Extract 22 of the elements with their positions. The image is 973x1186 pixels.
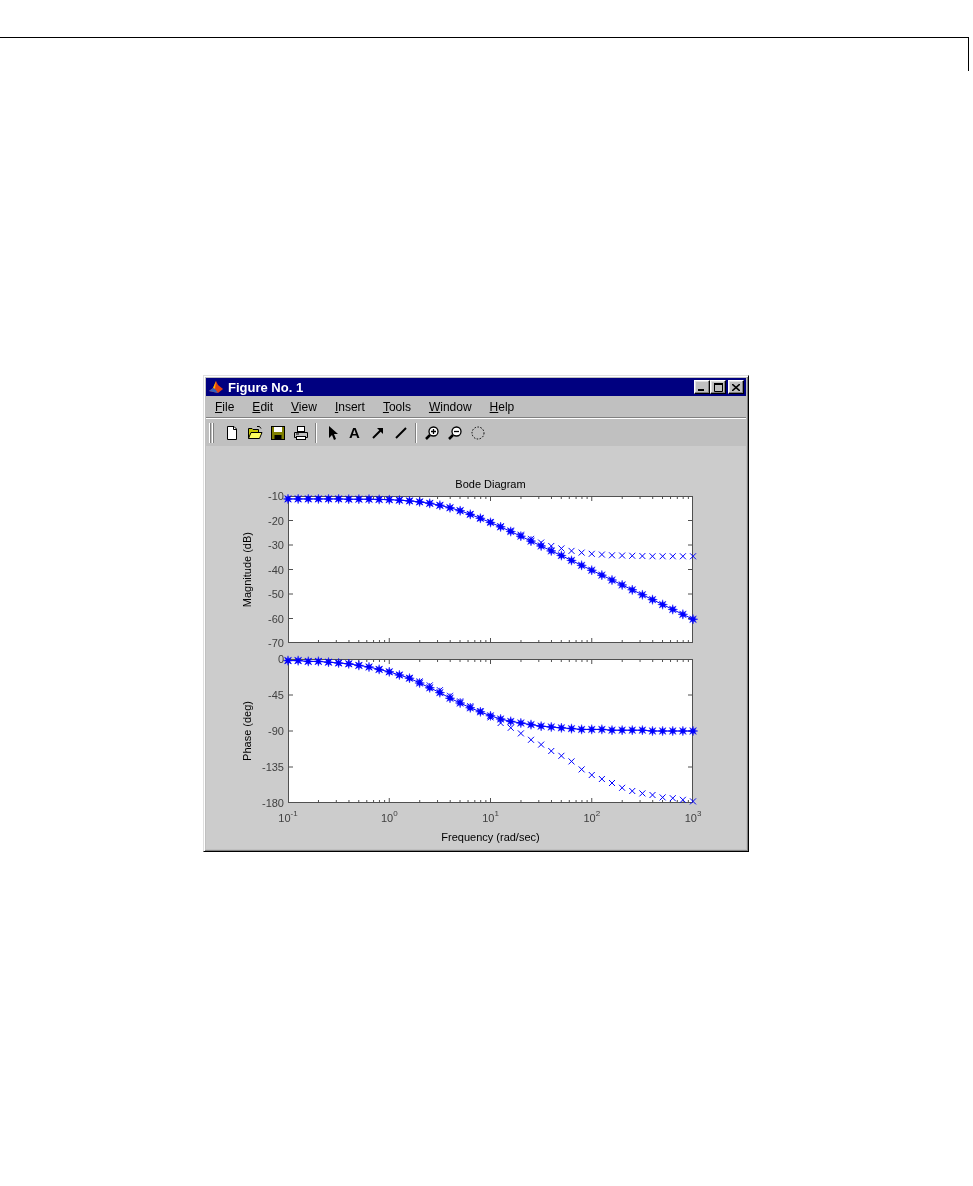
y-tick-label: -135 <box>261 761 284 773</box>
y-tick-label: -70 <box>268 637 284 649</box>
x-tick-label: 10$^{3}$ <box>684 812 702 824</box>
y-axis-label: Magnitude (dB) <box>240 531 254 608</box>
y-tick-label: 0 <box>277 653 284 665</box>
x-tick-label: 10$^{-1}$ <box>278 812 298 824</box>
y-tick-label: -10 <box>268 490 284 502</box>
y-tick-label: -50 <box>268 588 284 600</box>
x-tick-label: 10$^{2}$ <box>583 812 601 824</box>
x-tick-label: 10$^{1}$ <box>482 812 499 824</box>
y-tick-label: -90 <box>268 725 284 737</box>
y-tick-label: -180 <box>261 797 284 809</box>
chart-title: Bode Diagram <box>455 477 526 491</box>
y-tick-label: -40 <box>268 563 284 576</box>
window-title: Figure No. 1 <box>228 379 305 395</box>
y-axis-label: Phase (deg) <box>240 701 254 761</box>
x-tick-label: 10$^{0}$ <box>380 812 398 824</box>
y-tick-label: -60 <box>268 612 284 625</box>
y-tick-label: -30 <box>268 539 284 551</box>
y-tick-label: -20 <box>268 514 284 527</box>
y-tick-label: -45 <box>268 689 284 701</box>
x-axis-label: Frequency (rad/sec) <box>441 830 540 844</box>
